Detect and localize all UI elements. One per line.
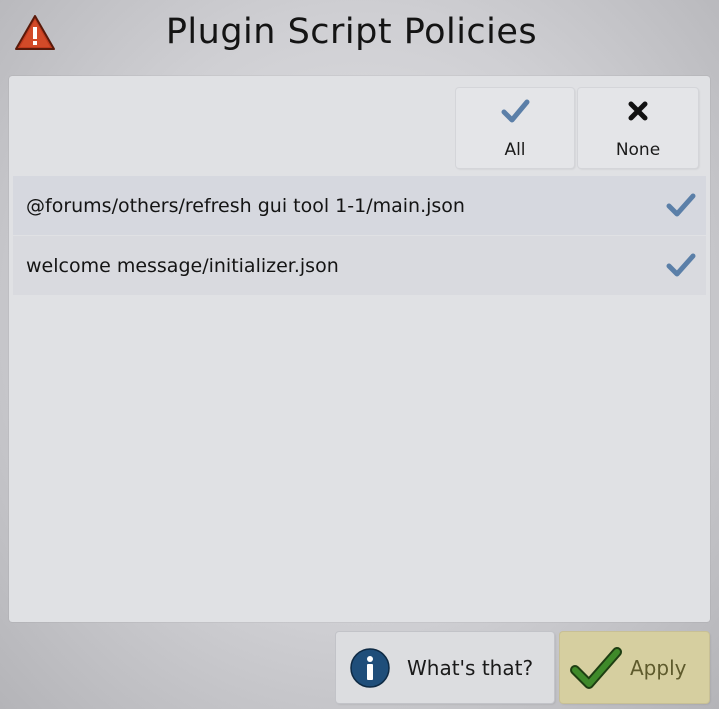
select-none-button[interactable]: None <box>578 88 698 168</box>
check-icon <box>570 646 622 689</box>
check-icon[interactable] <box>666 192 696 218</box>
whats-that-label: What's that? <box>407 655 534 680</box>
select-all-label: All <box>504 140 526 160</box>
script-row[interactable]: @forums/others/refresh gui tool 1-1/main… <box>13 176 706 235</box>
select-none-label: None <box>615 140 661 160</box>
dialog-title: Plugin Script Policies <box>165 12 538 52</box>
apply-button[interactable]: Apply <box>560 632 709 703</box>
info-icon <box>350 647 390 688</box>
check-icon <box>501 99 530 123</box>
script-row[interactable]: welcome message/initializer.json <box>13 236 706 295</box>
apply-label: Apply <box>630 655 687 680</box>
script-list-panel: All None @forums/others/refresh gui tool… <box>9 76 710 622</box>
check-icon[interactable] <box>666 252 696 278</box>
script-path: welcome message/initializer.json <box>26 254 339 277</box>
select-all-button[interactable]: All <box>456 88 574 168</box>
script-path: @forums/others/refresh gui tool 1-1/main… <box>26 194 465 217</box>
script-list: @forums/others/refresh gui tool 1-1/main… <box>13 176 706 296</box>
whats-that-button[interactable]: What's that? <box>336 632 554 703</box>
x-icon <box>628 101 648 121</box>
